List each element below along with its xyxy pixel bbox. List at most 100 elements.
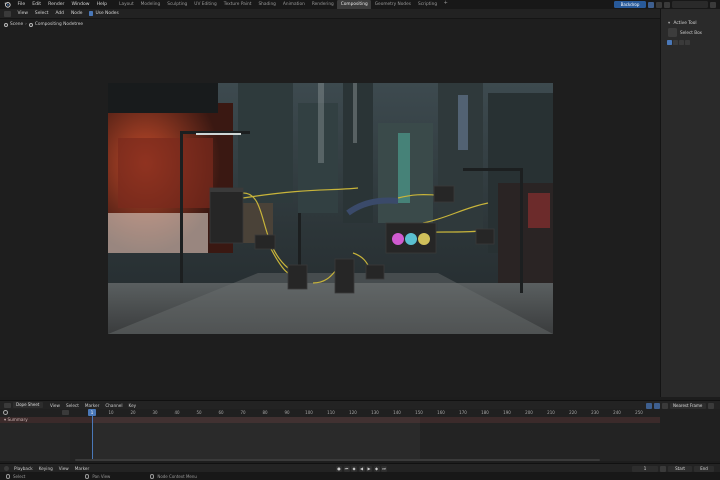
frame-tick: 130 [371,410,379,415]
summary-text: Summary [7,417,28,422]
frame-tick: 150 [415,410,423,415]
tab-uv-editing[interactable]: UV Editing [191,0,220,9]
frame-tick: 180 [481,410,489,415]
timeline-view-menu[interactable]: View [56,466,72,471]
blender-logo-icon[interactable] [4,1,11,8]
active-tool-header[interactable]: ▾ Active Tool [668,21,697,26]
jump-start-icon[interactable]: ⏮ [343,465,350,472]
select-box-tool-icon[interactable] [668,28,677,37]
dope-sheet-mode-dropdown[interactable]: Dope Sheet [13,402,43,408]
frame-tick: 200 [525,410,533,415]
next-keyframe-icon[interactable]: ◆ [373,465,380,472]
frame-range-controls: 1 Start End [632,465,714,472]
status-pan: Pan View [85,473,111,479]
frame-tick: 240 [613,410,621,415]
node-editor-header: View Select Add Node Use Nodes [0,9,660,19]
proportional-edit-icon[interactable] [708,402,714,409]
selection-mode-buttons [667,40,690,45]
dope-select-menu[interactable]: Select [63,403,82,408]
top-menu-bar: File Edit Render Window Help Layout Mode… [0,0,720,9]
tab-animation[interactable]: Animation [279,0,308,9]
frame-ruler[interactable]: 10 20 30 40 50 60 70 80 90 100 110 120 1… [0,409,660,417]
frame-tick: 110 [327,410,335,415]
frame-tick: 120 [349,410,357,415]
dope-marker-menu[interactable]: Marker [82,403,102,408]
menu-add[interactable]: Add [52,9,68,19]
frame-tick: 160 [437,410,445,415]
dope-sheet-right-controls: Nearest Frame [646,402,714,409]
collapse-arrow-icon: ▾ [668,21,671,26]
tab-sculpting[interactable]: Sculpting [164,0,191,9]
timeline-marker-menu[interactable]: Marker [72,466,92,471]
timeline-editor-icon[interactable] [4,465,9,471]
current-frame-indicator[interactable]: 1 [88,409,96,416]
dope-sheet-editor-icon[interactable] [4,402,11,408]
record-icon[interactable]: ● [336,465,342,472]
active-tool-title: Active Tool [673,21,697,26]
scene-browse-icon[interactable] [648,1,654,8]
menu-node[interactable]: Node [67,9,85,19]
new-scene-icon[interactable] [656,1,662,8]
cursor-icon[interactable] [646,402,652,409]
dope-key-menu[interactable]: Key [126,403,140,408]
scene-frame-range [92,417,420,461]
status-context-text: Node Context Menu [157,473,197,479]
node-tree-icon [28,22,33,27]
channel-search-icon[interactable] [3,410,8,415]
frame-tick: 170 [459,410,467,415]
use-nodes-checkbox[interactable] [88,11,94,16]
start-frame-field[interactable]: Start [668,465,692,472]
frame-tick: 140 [393,410,401,415]
tab-geometry-nodes[interactable]: Geometry Nodes [371,0,414,9]
frame-tick: 10 [108,410,114,415]
status-pan-text: Pan View [92,473,111,479]
frame-tick: 210 [547,410,555,415]
play-icon[interactable]: ▶ [366,465,372,472]
only-selected-toggle-icon[interactable] [62,410,69,415]
play-reverse-icon[interactable]: ◀ [358,465,365,472]
snap-icon[interactable] [662,402,668,409]
scene-selector[interactable]: Backdrop [614,1,646,8]
mouse-left-icon [6,473,10,479]
mode-extend-icon[interactable] [673,40,678,45]
playhead-line[interactable] [91,409,93,461]
timeline-scrollbar[interactable] [75,459,600,461]
tab-texture-paint[interactable]: Texture Paint [220,0,255,9]
jump-end-icon[interactable]: ⏭ [381,465,387,472]
tab-scripting[interactable]: Scripting [414,0,440,9]
playback-menu[interactable]: Playback [11,466,36,471]
menu-view[interactable]: View [14,9,31,19]
mode-intersect-icon[interactable] [685,40,690,45]
menu-help[interactable]: Help [93,0,110,9]
dope-view-menu[interactable]: View [47,403,63,408]
keying-menu[interactable]: Keying [36,466,56,471]
view-layer-selector[interactable] [672,1,708,8]
frame-tick: 40 [174,410,180,415]
delete-scene-icon[interactable] [664,1,670,8]
frame-tick: 250 [635,410,643,415]
preview-range-icon[interactable] [660,465,666,472]
status-select-text: Select [13,473,26,479]
frame-tick: 30 [152,410,158,415]
tab-shading[interactable]: Shading [255,0,279,9]
view-layer-icon[interactable] [710,1,716,8]
prev-keyframe-icon[interactable]: ◆ [351,465,357,472]
breadcrumb-tree: Compositing Nodetree [34,22,83,27]
scene-icon [4,22,8,27]
filter-icon[interactable] [654,402,660,409]
active-tool-name: Select Box [680,30,703,35]
end-frame-field[interactable]: End [694,465,714,472]
dope-sheet-right-region [660,409,720,461]
snap-mode-dropdown[interactable]: Nearest Frame [670,402,706,409]
editor-type-icon[interactable] [4,10,11,17]
tab-rendering[interactable]: Rendering [308,0,337,9]
dope-channel-menu[interactable]: Channel [102,403,125,408]
tab-layout[interactable]: Layout [116,0,138,9]
current-frame-field[interactable]: 1 [632,465,658,472]
add-workspace-button[interactable]: + [441,0,451,9]
tab-compositing[interactable]: Compositing [337,0,372,9]
mode-set-icon[interactable] [667,40,672,45]
tab-modeling[interactable]: Modeling [137,0,164,9]
mode-subtract-icon[interactable] [679,40,684,45]
menu-select[interactable]: Select [31,9,52,19]
